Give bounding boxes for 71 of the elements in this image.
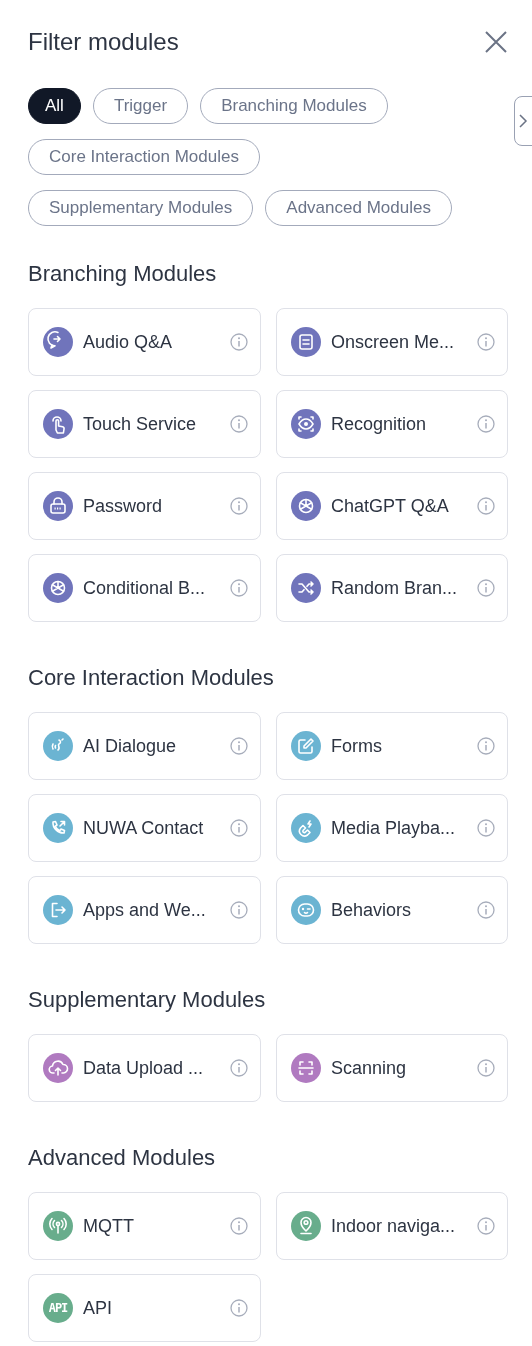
filter-chip[interactable]: Advanced Modules <box>265 190 452 226</box>
module-card[interactable]: Indoor naviga... <box>276 1192 508 1260</box>
info-icon[interactable] <box>230 737 248 755</box>
info-icon[interactable] <box>477 901 495 919</box>
module-card[interactable]: Data Upload ... <box>28 1034 261 1102</box>
module-card[interactable]: Audio Q&A <box>28 308 261 376</box>
module-label: NUWA Contact <box>83 816 205 840</box>
module-card[interactable]: Behaviors <box>276 876 508 944</box>
module-card[interactable]: Onscreen Me... <box>276 308 508 376</box>
info-icon[interactable] <box>230 1217 248 1235</box>
module-label: Random Bran... <box>331 576 459 600</box>
module-card[interactable]: Password <box>28 472 261 540</box>
filter-chip[interactable]: Trigger <box>92 88 189 124</box>
module-label: API <box>83 1296 113 1320</box>
filter-chip[interactable]: Core Interaction Modules <box>28 139 260 175</box>
module-label: Apps and We... <box>83 898 207 922</box>
panel-title: Filter modules <box>28 27 179 57</box>
module-label: Password <box>83 494 164 518</box>
info-icon[interactable] <box>477 333 495 351</box>
module-card[interactable]: Media Playba... <box>276 794 508 862</box>
info-icon[interactable] <box>477 415 495 433</box>
info-icon[interactable] <box>230 415 248 433</box>
info-icon[interactable] <box>477 737 495 755</box>
module-label: Media Playba... <box>331 816 457 840</box>
section-heading: Core Interaction Modules <box>28 664 275 692</box>
module-label: Recognition <box>331 412 428 436</box>
module-label: Touch Service <box>83 412 198 436</box>
filter-chip[interactable]: Branching Modules <box>200 88 388 124</box>
module-label: Scanning <box>331 1056 408 1080</box>
module-card[interactable]: Random Bran... <box>276 554 508 622</box>
info-icon[interactable] <box>477 497 495 515</box>
module-label: Audio Q&A <box>83 330 174 354</box>
module-label: Indoor naviga... <box>331 1214 457 1238</box>
info-icon[interactable] <box>230 1299 248 1317</box>
filter-chip[interactable]: Supplementary Modules <box>28 190 254 226</box>
info-icon[interactable] <box>230 333 248 351</box>
module-card[interactable]: Scanning <box>276 1034 508 1102</box>
chevron-right-icon <box>518 113 528 129</box>
filter-chip[interactable]: All <box>28 88 81 124</box>
module-card[interactable]: API API <box>28 1274 261 1342</box>
section-heading: Supplementary Modules <box>28 986 267 1014</box>
section-heading: Advanced Modules <box>28 1144 217 1172</box>
module-label: Data Upload ... <box>83 1056 205 1080</box>
module-label: MQTT <box>83 1214 135 1238</box>
info-icon[interactable] <box>477 819 495 837</box>
info-icon[interactable] <box>230 819 248 837</box>
info-icon[interactable] <box>230 579 248 597</box>
module-label: AI Dialogue <box>83 734 178 758</box>
info-icon[interactable] <box>230 1059 248 1077</box>
module-card[interactable]: Recognition <box>276 390 508 458</box>
info-icon[interactable] <box>230 901 248 919</box>
module-card[interactable]: Conditional B... <box>28 554 261 622</box>
info-icon[interactable] <box>477 1059 495 1077</box>
module-label: Conditional B... <box>83 576 207 600</box>
module-label: Behaviors <box>331 898 413 922</box>
close-button[interactable] <box>484 30 508 54</box>
module-card[interactable]: NUWA Contact <box>28 794 261 862</box>
module-card[interactable]: Forms <box>276 712 508 780</box>
info-icon[interactable] <box>477 579 495 597</box>
module-card[interactable]: Apps and We... <box>28 876 261 944</box>
text-badge-icon: API <box>43 1293 73 1323</box>
module-card[interactable]: MQTT <box>28 1192 261 1260</box>
module-label: Forms <box>331 734 383 758</box>
module-label: Onscreen Me... <box>331 330 456 354</box>
module-card[interactable]: Touch Service <box>28 390 261 458</box>
info-icon[interactable] <box>477 1217 495 1235</box>
module-card[interactable]: AI Dialogue <box>28 712 261 780</box>
section-heading: Branching Modules <box>28 260 218 288</box>
info-icon[interactable] <box>230 497 248 515</box>
module-label: ChatGPT Q&A <box>331 494 450 518</box>
module-card[interactable]: ChatGPT Q&A <box>276 472 508 540</box>
